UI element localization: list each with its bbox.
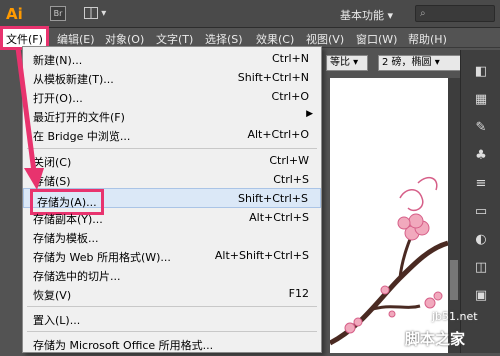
stroke-profile-select[interactable]: 2 磅，椭圆 ▾ bbox=[378, 55, 464, 71]
menu-item-label: 存储为模板... bbox=[33, 232, 99, 245]
menu-item-save-for-web[interactable]: 存储为 Web 所用格式(W)... Alt+Shift+Ctrl+S bbox=[23, 246, 321, 266]
menu-separator bbox=[27, 331, 317, 332]
menu-item-shortcut: F12 bbox=[288, 287, 309, 300]
menu-effect[interactable]: 效果(C) bbox=[256, 31, 294, 47]
scrollbar-thumb[interactable] bbox=[450, 260, 458, 300]
menu-item-save-selected-slices[interactable]: 存储选中的切片... bbox=[23, 265, 321, 285]
menu-item-label: 打开(O)... bbox=[33, 92, 83, 105]
menu-item-save-as[interactable]: 存储为(A)... Shift+Ctrl+S bbox=[23, 188, 321, 215]
menu-item-save-a-copy[interactable]: 存储副本(Y)... Alt+Ctrl+S bbox=[23, 208, 321, 228]
menu-item-shortcut: Ctrl+N bbox=[271, 52, 309, 65]
symbols-panel-icon[interactable]: ♣ bbox=[470, 146, 492, 166]
menu-item-label: 存储为 Web 所用格式(W)... bbox=[33, 251, 171, 264]
submenu-arrow-icon: ▶ bbox=[306, 109, 313, 119]
menu-item-label: 最近打开的文件(F) bbox=[33, 111, 125, 124]
menu-item-label: 关闭(C) bbox=[33, 156, 72, 169]
arrange-documents-button[interactable]: ▾ bbox=[84, 6, 112, 21]
menu-item-label: 新建(N)... bbox=[33, 54, 83, 67]
menu-separator bbox=[27, 148, 317, 149]
menu-item-shortcut: Shift+Ctrl+N bbox=[237, 71, 309, 84]
illustrator-logo: Ai bbox=[6, 5, 23, 23]
menu-item-shortcut: Alt+Ctrl+O bbox=[247, 128, 309, 141]
menu-item-shortcut: Ctrl+W bbox=[269, 154, 309, 167]
menu-window[interactable]: 窗口(W) bbox=[356, 31, 397, 47]
search-icon: ⌕ bbox=[420, 8, 426, 19]
menu-item-shortcut: Ctrl+O bbox=[271, 90, 309, 103]
menu-item-label: 置入(L)... bbox=[33, 314, 81, 327]
menu-item-label: 存储(S) bbox=[33, 175, 71, 188]
menu-type[interactable]: 文字(T) bbox=[156, 31, 193, 47]
watermark-brand: 脚本之家 bbox=[405, 330, 466, 348]
menu-item-new[interactable]: 新建(N)... Ctrl+N bbox=[23, 49, 321, 69]
artboards-panel-icon[interactable]: ▣ bbox=[470, 286, 492, 306]
gradient-panel-icon[interactable]: ▭ bbox=[470, 202, 492, 222]
menu-item-label: 恢复(V) bbox=[33, 289, 72, 302]
stroke-panel-icon[interactable]: ≡ bbox=[470, 174, 492, 194]
brush-ratio-select[interactable]: 等比 ▾ bbox=[326, 55, 368, 71]
plum-blossom-illustration bbox=[328, 176, 449, 346]
stroke-value: 2 磅，椭圆 bbox=[382, 57, 432, 68]
menu-item-label: 从模板新建(T)... bbox=[33, 73, 114, 86]
menu-item-save[interactable]: 存储(S) Ctrl+S bbox=[23, 170, 321, 190]
file-menu-dropdown: 新建(N)... Ctrl+N 从模板新建(T)... Shift+Ctrl+N… bbox=[22, 46, 322, 353]
chevron-down-icon: ▾ bbox=[387, 9, 394, 22]
menu-item-shortcut: Alt+Ctrl+S bbox=[249, 211, 309, 224]
transparency-panel-icon[interactable]: ◐ bbox=[470, 230, 492, 250]
brushes-panel-icon[interactable]: ✎ bbox=[470, 118, 492, 138]
ratio-label: 等比 bbox=[330, 57, 350, 68]
menu-item-label: 存储副本(Y)... bbox=[33, 213, 103, 226]
search-input[interactable]: ⌕ bbox=[415, 5, 495, 22]
workspace-label: 基本功能 bbox=[340, 9, 384, 22]
artboard[interactable] bbox=[328, 78, 449, 353]
menu-object[interactable]: 对象(O) bbox=[105, 31, 144, 47]
menu-item-browse-in-bridge[interactable]: 在 Bridge 中浏览... Alt+Ctrl+O bbox=[23, 125, 321, 145]
menu-item-label: 存储为 Microsoft Office 所用格式... bbox=[33, 339, 214, 352]
watermark-site: jb51.net bbox=[432, 310, 478, 323]
color-panel-icon[interactable]: ◧ bbox=[470, 62, 492, 82]
layers-panel-icon[interactable]: ◫ bbox=[470, 258, 492, 278]
menu-view[interactable]: 视图(V) bbox=[306, 31, 344, 47]
menu-item-save-for-office[interactable]: 存储为 Microsoft Office 所用格式... bbox=[23, 334, 321, 354]
menu-item-revert[interactable]: 恢复(V) F12 bbox=[23, 284, 321, 304]
menu-separator bbox=[27, 306, 317, 307]
menu-item-shortcut: Ctrl+S bbox=[273, 173, 309, 186]
swatches-panel-icon[interactable]: ▦ bbox=[470, 90, 492, 110]
menu-item-open-recent[interactable]: 最近打开的文件(F) ▶ bbox=[23, 106, 321, 126]
workspace-switcher[interactable]: 基本功能 ▾ bbox=[340, 7, 393, 23]
panel-dock: ◧ ▦ ✎ ♣ ≡ ▭ ◐ ◫ ▣ bbox=[460, 50, 500, 353]
menu-item-close[interactable]: 关闭(C) Ctrl+W bbox=[23, 151, 321, 171]
menu-item-new-from-template[interactable]: 从模板新建(T)... Shift+Ctrl+N bbox=[23, 68, 321, 88]
menu-edit[interactable]: 编辑(E) bbox=[57, 31, 95, 47]
menu-select[interactable]: 选择(S) bbox=[205, 31, 243, 47]
menu-item-open[interactable]: 打开(O)... Ctrl+O bbox=[23, 87, 321, 107]
app-bar: Ai Br ▾ 基本功能 ▾ ⌕ bbox=[0, 0, 500, 28]
menu-bar: 文件(F) 编辑(E) 对象(O) 文字(T) 选择(S) 效果(C) 视图(V… bbox=[0, 26, 500, 50]
bridge-button[interactable]: Br bbox=[50, 6, 66, 21]
chevron-down-icon: ▾ bbox=[101, 8, 107, 19]
menu-item-shortcut: Shift+Ctrl+S bbox=[238, 192, 308, 205]
menu-item-place[interactable]: 置入(L)... bbox=[23, 309, 321, 329]
menu-item-label: 在 Bridge 中浏览... bbox=[33, 130, 131, 143]
arrange-grid-icon bbox=[84, 7, 98, 19]
menu-file[interactable]: 文件(F) bbox=[0, 26, 49, 50]
menu-item-label: 存储选中的切片... bbox=[33, 270, 121, 283]
menu-item-save-as-template[interactable]: 存储为模板... bbox=[23, 227, 321, 247]
menu-help[interactable]: 帮助(H) bbox=[408, 31, 447, 47]
menu-item-shortcut: Alt+Shift+Ctrl+S bbox=[214, 249, 309, 262]
